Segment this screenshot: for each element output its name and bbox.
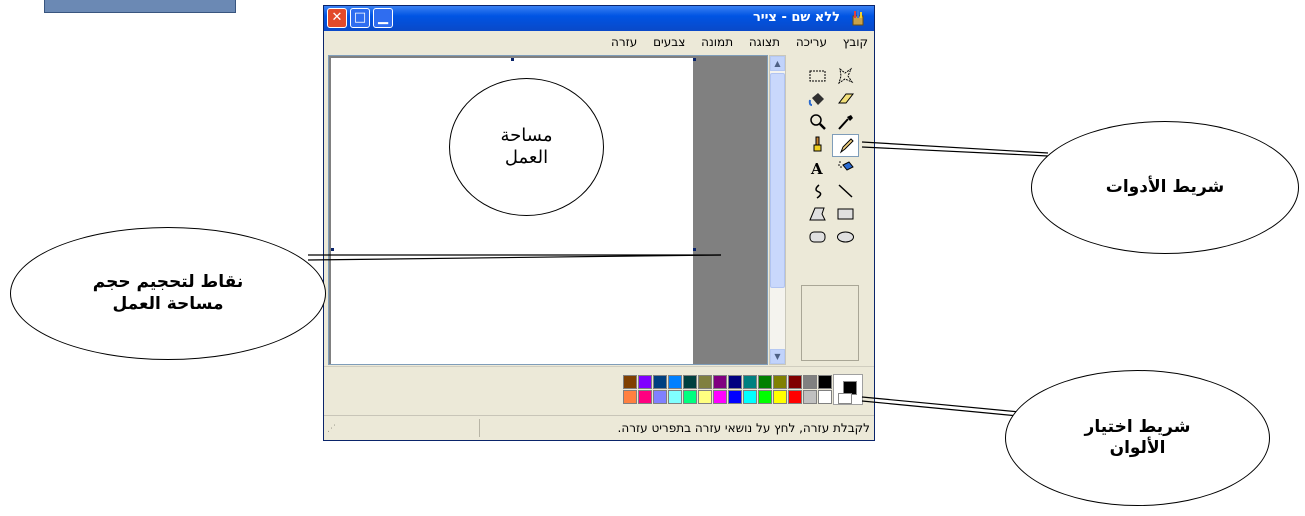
callout-colors-line1: شريط اختيار [1084, 416, 1191, 437]
line-colors-1 [861, 396, 1021, 413]
callout-resize-line2: مساحة العمل [112, 293, 224, 314]
callout-colors-bar: شريط اختيار الألوان [1005, 370, 1270, 506]
callout-tools-bar-text: شريط الأدوات [1105, 176, 1225, 197]
callout-work-area: مساحة العمل [449, 78, 604, 216]
callout-resize-line1: نقاط لتحجيم حجم [92, 272, 244, 293]
line-resize-2 [307, 254, 722, 261]
callout-resize-points: نقاط لتحجيم حجم مساحة العمل [10, 227, 326, 360]
line-colors-2 [861, 400, 1019, 417]
callout-work-area-line2: العمل [504, 147, 549, 168]
callout-work-area-line1: مساحة [500, 124, 553, 146]
callout-colors-line2: الألوان [1109, 438, 1166, 458]
callout-tools-bar: شريط الأدوات [1031, 121, 1299, 254]
